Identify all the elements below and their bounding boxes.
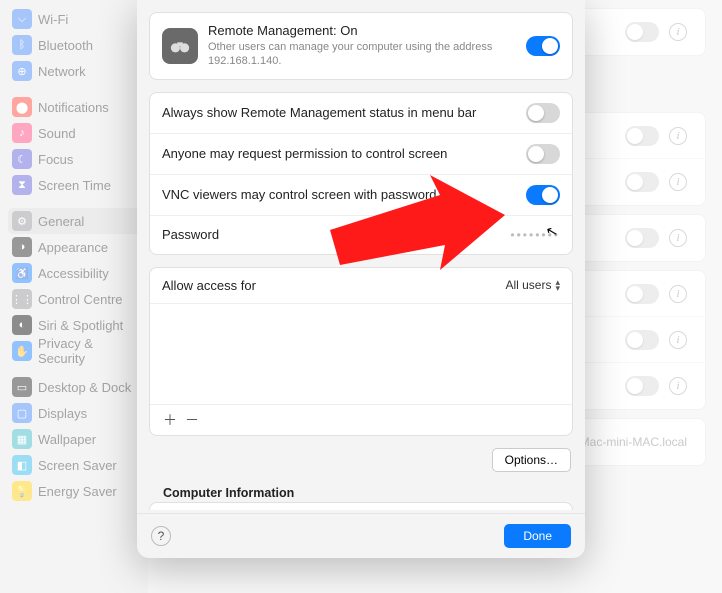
add-user-button[interactable]: ＋ <box>160 411 180 429</box>
remote-management-title: Remote Management: On <box>208 23 526 38</box>
computer-information-heading: Computer Information <box>149 476 573 502</box>
vnc-control-toggle[interactable] <box>526 185 560 205</box>
remove-user-button[interactable]: － <box>182 411 202 429</box>
anyone-request-toggle[interactable] <box>526 144 560 164</box>
help-button[interactable]: ? <box>151 526 171 546</box>
done-button[interactable]: Done <box>504 524 571 548</box>
password-label: Password <box>162 227 219 242</box>
menubar-status-label: Always show Remote Management status in … <box>162 105 476 120</box>
allow-access-select[interactable]: All users ▴▾ <box>505 278 560 292</box>
access-users-list <box>150 304 572 404</box>
allow-access-label: Allow access for <box>162 278 256 293</box>
options-button[interactable]: Options… <box>492 448 571 472</box>
up-down-chevron-icon: ▴▾ <box>555 279 560 291</box>
anyone-request-label: Anyone may request permission to control… <box>162 146 447 161</box>
allow-access-value: All users <box>505 278 551 292</box>
vnc-control-label: VNC viewers may control screen with pass… <box>162 187 437 202</box>
remote-management-toggle[interactable] <box>526 36 560 56</box>
binoculars-icon <box>162 28 198 64</box>
remote-management-subtitle: Other users can manage your computer usi… <box>208 40 526 69</box>
menubar-status-toggle[interactable] <box>526 103 560 123</box>
remote-management-sheet: Remote Management: On Other users can ma… <box>137 0 585 558</box>
password-value[interactable]: •••••••• <box>510 228 560 242</box>
remote-management-header: Remote Management: On Other users can ma… <box>150 13 572 79</box>
